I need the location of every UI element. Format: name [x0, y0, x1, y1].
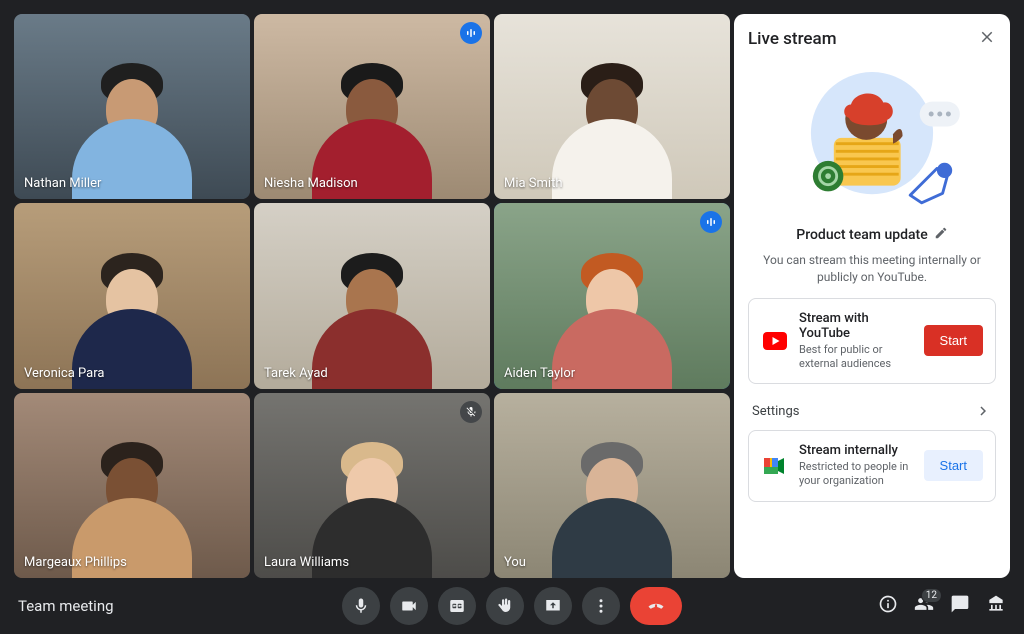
participant-name-label: Laura Williams: [264, 555, 349, 570]
participant-name-label: Veronica Para: [24, 366, 104, 381]
video-tile[interactable]: Mia Smith: [494, 14, 730, 199]
participant-name-label: Niesha Madison: [264, 176, 358, 191]
meeting-title: Team meeting: [18, 597, 114, 615]
youtube-icon: [761, 332, 789, 350]
youtube-option-title: Stream with YouTube: [799, 311, 914, 341]
captions-button[interactable]: [438, 587, 476, 625]
video-tile[interactable]: Tarek Ayad: [254, 203, 490, 388]
chevron-right-icon: [974, 402, 992, 420]
camera-toggle-button[interactable]: [390, 587, 428, 625]
participant-name-label: Mia Smith: [504, 176, 563, 191]
video-tile[interactable]: Laura Williams: [254, 393, 490, 578]
close-icon[interactable]: [978, 28, 996, 50]
video-grid: Nathan Miller Niesha Madison Mia Smith Vero…: [14, 14, 730, 578]
chat-button[interactable]: [950, 594, 970, 618]
video-tile[interactable]: You: [494, 393, 730, 578]
speaking-indicator-icon: [460, 22, 482, 44]
muted-indicator-icon: [460, 401, 482, 423]
video-tile[interactable]: Niesha Madison: [254, 14, 490, 199]
present-screen-button[interactable]: [534, 587, 572, 625]
live-stream-illustration: [748, 54, 996, 222]
participant-count-badge: 12: [921, 588, 942, 603]
participant-name-label: Nathan Miller: [24, 176, 101, 191]
stream-name: Product team update: [796, 227, 927, 243]
youtube-option-sub: Best for public or external audiences: [799, 343, 914, 372]
youtube-start-button[interactable]: Start: [924, 325, 983, 356]
internal-start-button[interactable]: Start: [924, 450, 983, 481]
edit-stream-name-icon[interactable]: [934, 226, 948, 244]
video-tile[interactable]: Aiden Taylor: [494, 203, 730, 388]
people-button[interactable]: 12: [914, 594, 934, 618]
settings-label: Settings: [752, 404, 799, 419]
internal-option-title: Stream internally: [799, 443, 914, 458]
panel-subhead: You can stream this meeting internally o…: [762, 252, 982, 286]
settings-row[interactable]: Settings: [748, 394, 996, 424]
participant-name-label: Margeaux Phillips: [24, 555, 127, 570]
raise-hand-button[interactable]: [486, 587, 524, 625]
youtube-option-card: Stream with YouTube Best for public or e…: [748, 298, 996, 385]
participant-name-label: Tarek Ayad: [264, 366, 328, 381]
end-call-button[interactable]: [630, 587, 682, 625]
video-tile[interactable]: Veronica Para: [14, 203, 250, 388]
internal-option-card: Stream internally Restricted to people i…: [748, 430, 996, 502]
participant-name-label: Aiden Taylor: [504, 366, 575, 381]
video-tile[interactable]: Nathan Miller: [14, 14, 250, 199]
video-tile[interactable]: Margeaux Phillips: [14, 393, 250, 578]
meet-icon: [761, 456, 789, 476]
bottom-bar: Team meeting 12: [0, 578, 1024, 634]
meeting-details-button[interactable]: [878, 594, 898, 618]
panel-title: Live stream: [748, 29, 837, 49]
more-options-button[interactable]: [582, 587, 620, 625]
mic-toggle-button[interactable]: [342, 587, 380, 625]
participant-name-label: You: [504, 555, 526, 570]
activities-button[interactable]: [986, 594, 1006, 618]
internal-option-sub: Restricted to people in your organizatio…: [799, 460, 914, 489]
live-stream-panel: Live stream Produc: [734, 14, 1010, 578]
